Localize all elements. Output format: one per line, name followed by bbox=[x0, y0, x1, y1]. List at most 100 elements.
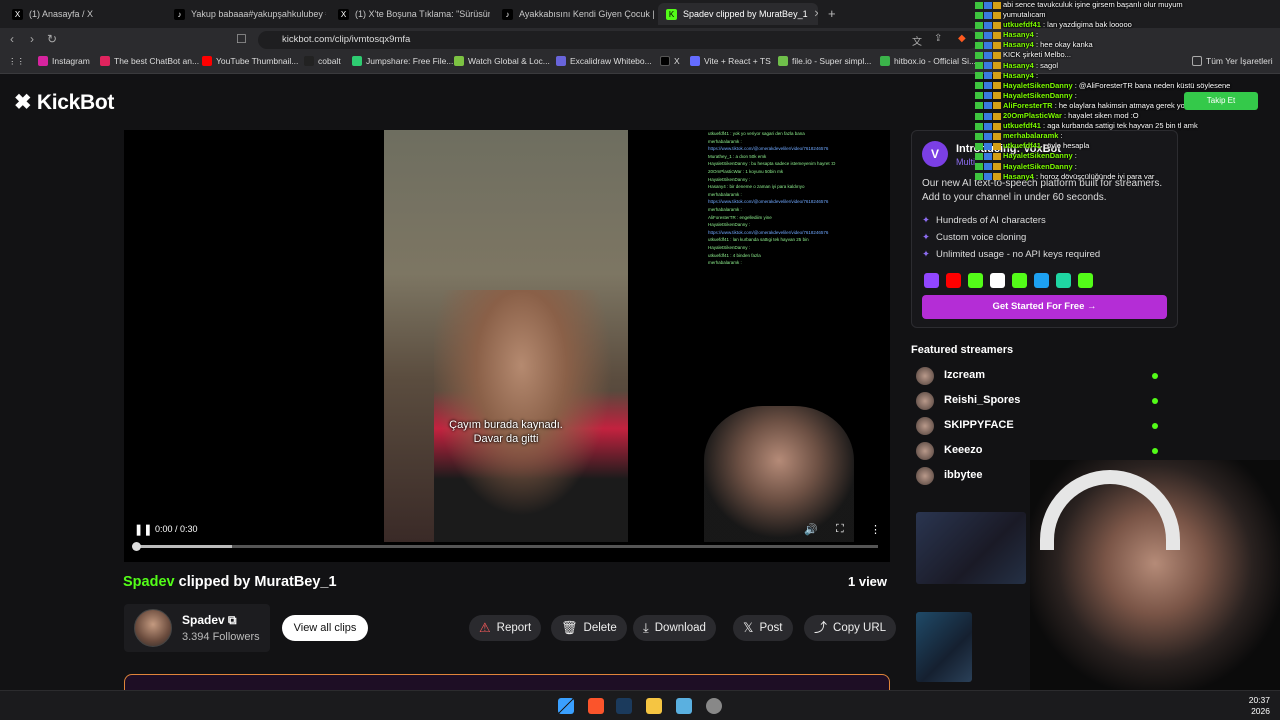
photos-icon[interactable] bbox=[676, 698, 692, 714]
bookmark-item[interactable]: Watch Global & Loc... bbox=[454, 56, 550, 66]
chat-username: HayaletSikenDanny bbox=[1003, 90, 1073, 100]
back-icon[interactable]: ‹ bbox=[10, 32, 14, 46]
chat-username: HayaletSikenDanny bbox=[1003, 161, 1073, 171]
avatar[interactable] bbox=[134, 609, 172, 647]
chat-badges-icon bbox=[975, 51, 1001, 59]
brave-icon[interactable] bbox=[588, 698, 604, 714]
jumpshare-icon bbox=[352, 56, 362, 66]
warning-icon: ⚠ bbox=[479, 620, 491, 635]
reload-icon[interactable]: ↻ bbox=[47, 32, 57, 46]
platform-icon bbox=[968, 273, 983, 288]
featured-streamers-title: Featured streamers bbox=[911, 344, 1014, 356]
chat-badges-icon bbox=[975, 82, 1001, 90]
chat-badges-icon bbox=[975, 21, 1001, 29]
chat-text: : bbox=[1074, 151, 1077, 161]
bookmark-item[interactable]: YouTube Thumbnail... bbox=[202, 56, 298, 66]
progress-bar[interactable] bbox=[132, 542, 878, 551]
bookmark-item[interactable]: file.io - Super simpl... bbox=[778, 56, 871, 66]
bookmark-icon[interactable]: ☐ bbox=[236, 32, 247, 46]
clip-streamer-link[interactable]: Spadev bbox=[123, 574, 175, 590]
browser-tab[interactable]: X (1) Anasayfa / X bbox=[4, 3, 162, 25]
delete-button[interactable]: 🗑 Delete bbox=[551, 615, 627, 641]
brave-shield-icon[interactable]: ◆ bbox=[958, 33, 966, 44]
translate-icon[interactable]: 文 bbox=[912, 33, 922, 48]
featured-streamer[interactable]: Keeezo bbox=[916, 441, 1164, 461]
video-subject bbox=[434, 290, 628, 542]
folder-icon[interactable] bbox=[646, 698, 662, 714]
url-field[interactable]: kickbot.com/clip/ivmtosqx9mfa bbox=[258, 31, 978, 49]
chat-message: HayaletSikenDanny : @AliForesterTR bana … bbox=[975, 81, 1280, 91]
new-tab-icon[interactable]: + bbox=[828, 6, 836, 21]
bookmark-item[interactable]: Vite + React + TS bbox=[690, 56, 771, 66]
video-chat-line: HayaletSikenDanny : bbox=[708, 176, 751, 182]
obs-icon[interactable] bbox=[706, 698, 722, 714]
browser-tab-active[interactable]: K Spadev clipped by MuratBey_1 ✕ bbox=[658, 3, 818, 25]
view-all-clips-button[interactable]: View all clips bbox=[282, 615, 368, 641]
more-options-icon[interactable]: ⋮ bbox=[870, 523, 881, 536]
chat-badges-icon bbox=[975, 31, 1001, 39]
sparkle-icon: ✦ bbox=[922, 232, 930, 243]
video-chat-line: 20OmPlasticWar : 1 koyunu 50bin mk bbox=[708, 168, 784, 174]
report-button[interactable]: ⚠ Report bbox=[469, 615, 542, 641]
chat-text: : hee okay kanka bbox=[1035, 40, 1093, 50]
site-logo[interactable]: ✖ KickBot bbox=[14, 90, 114, 115]
system-clock: 20:37 2026 bbox=[1248, 695, 1270, 716]
bookmark-item[interactable]: Jumpshare: Free File... bbox=[352, 56, 453, 66]
bookmark-item[interactable]: Instagram bbox=[38, 56, 90, 66]
apps-icon[interactable]: ⋮⋮ bbox=[8, 56, 25, 67]
browser-tab[interactable]: ♪ Ayakkabısını Kendi Giyen Çocuk | Tik bbox=[494, 3, 654, 25]
start-icon[interactable] bbox=[558, 698, 574, 714]
pause-icon[interactable]: ❚❚ bbox=[134, 523, 152, 536]
chat-text: abi sence tavukculuk işine girsem başarı… bbox=[1003, 0, 1183, 9]
browser-tab[interactable]: ♪ Yakup babaaa#yakupşahkulubey #yu bbox=[166, 3, 326, 25]
bookmark-item[interactable]: The best ChatBot an... bbox=[100, 56, 199, 66]
video-chat-line: AliForesterTR : engellediim yine bbox=[708, 214, 772, 220]
progress-handle[interactable] bbox=[132, 542, 141, 551]
download-button[interactable]: ⤓ Download bbox=[633, 615, 716, 641]
video-chat-line: merhabalaramk : bbox=[708, 260, 742, 266]
follow-button[interactable]: Takip Et bbox=[1184, 92, 1258, 110]
video-chat-overlay: utkuefdf41 : yok yo veriyor sagari den f… bbox=[708, 130, 884, 270]
share-icon[interactable]: ⇪ bbox=[934, 33, 942, 44]
browser-tab[interactable]: X (1) X'te Boşuna Tıklama: "Sürüsünü d bbox=[330, 3, 490, 25]
post-button[interactable]: 𝕏 Post bbox=[733, 615, 793, 641]
steam-icon[interactable] bbox=[616, 698, 632, 714]
bookmark-item[interactable]: hitbox.io - Official Si... bbox=[880, 56, 976, 66]
url-text: kickbot.com/clip/ivmtosqx9mfa bbox=[282, 34, 411, 45]
video-chat-line: utkuefdf41 : 4 binden fazla bbox=[708, 252, 761, 258]
video-player[interactable]: Çayım burada kaynadı. Davar da gitti utk… bbox=[124, 130, 890, 562]
platform-icons bbox=[924, 273, 1093, 288]
kick-logo-icon: ✖ bbox=[14, 91, 32, 114]
chat-message: HayaletSikenDanny : bbox=[975, 151, 1280, 161]
stream-thumbnail[interactable] bbox=[916, 512, 1026, 584]
featured-streamer[interactable]: Izcream bbox=[916, 366, 1164, 386]
bookmark-item[interactable]: cobalt bbox=[304, 56, 341, 66]
featured-streamer[interactable]: Reishi_Spores bbox=[916, 391, 1164, 411]
chat-username: HayaletSikenDanny bbox=[1003, 80, 1073, 90]
chat-text: : aga kurbanda sattigi tek hayvan 25 bin… bbox=[1043, 121, 1198, 131]
get-started-button[interactable]: Get Started For Free → bbox=[922, 295, 1167, 319]
chat-badges-icon bbox=[975, 11, 1001, 19]
bookmark-item[interactable]: X bbox=[660, 56, 680, 66]
stream-thumbnail[interactable] bbox=[916, 612, 972, 682]
video-chat-line: https://www.tiktok.com/@omerakdeveliler/… bbox=[708, 146, 829, 152]
close-tab-icon[interactable]: ✕ bbox=[814, 9, 818, 20]
channel-name[interactable]: Spadev ⧉ bbox=[182, 613, 237, 628]
kick-icon: K bbox=[666, 8, 677, 20]
chat-text: KICK şirketi Melbo... bbox=[1003, 50, 1071, 60]
video-chat-line: https://www.tiktok.com/@omerakdeveliler/… bbox=[708, 199, 829, 205]
chat-message: KICK şirketi Melbo... bbox=[975, 50, 1280, 60]
chat-badges-icon bbox=[975, 112, 1001, 120]
copy-url-button[interactable]: ⤴ Copy URL bbox=[804, 615, 897, 641]
chat-badges-icon bbox=[975, 163, 1001, 171]
volume-icon[interactable]: 🔊 bbox=[804, 523, 818, 536]
video-controls: ❚❚ 0:00 / 0:30 🔊 ⛶ ⋮ bbox=[124, 520, 890, 562]
featured-streamer[interactable]: SKIPPYFACE bbox=[916, 416, 1164, 436]
forward-icon[interactable]: › bbox=[30, 32, 34, 46]
platform-icon bbox=[1034, 273, 1049, 288]
chat-badges-icon bbox=[975, 132, 1001, 140]
fullscreen-icon[interactable]: ⛶ bbox=[836, 523, 844, 536]
live-indicator bbox=[1152, 448, 1158, 454]
watch-icon bbox=[454, 56, 464, 66]
bookmark-item[interactable]: Excalidraw Whitebo... bbox=[556, 56, 652, 66]
